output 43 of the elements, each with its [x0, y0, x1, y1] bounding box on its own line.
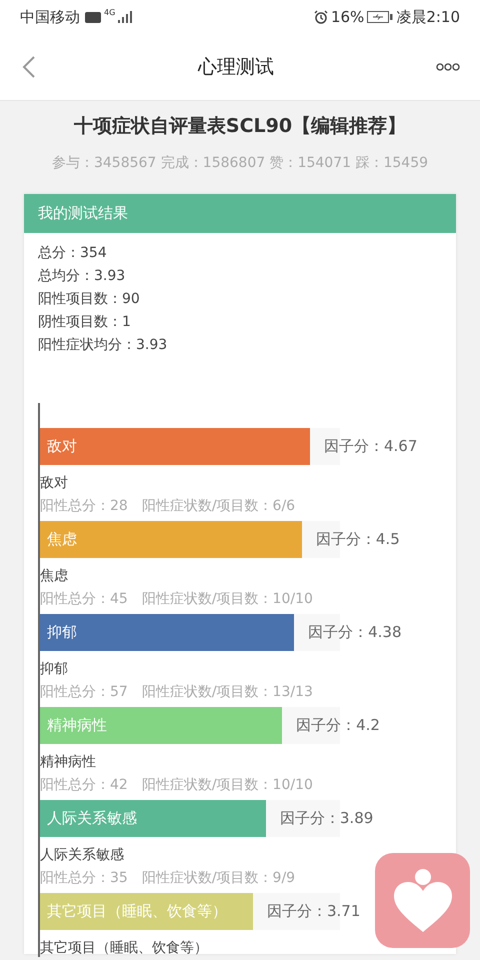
- factor-detail: 阳性总分：42 阳性症状数/项目数：10/10: [40, 776, 314, 794]
- test-title: 十项症状自评量表SCL90【编辑推荐】: [72, 114, 408, 139]
- factor-bar: 焦虑: [40, 521, 302, 558]
- factor-detail: 阳性总分：57 阳性症状数/项目数：13/13: [40, 683, 314, 701]
- factor-detail: 阳性总分：45 阳性症状数/项目数：10/10: [40, 590, 314, 608]
- page-title: 心理测试: [198, 55, 274, 80]
- back-icon[interactable]: [22, 55, 36, 79]
- summary-line: 总均分：3.93: [38, 267, 126, 286]
- summary-line: 总分：354: [38, 244, 108, 263]
- battery-icon: [367, 11, 394, 23]
- factor-score: 因子分：3.71: [267, 902, 360, 921]
- factor-score: 因子分：4.5: [316, 530, 400, 549]
- factor-bar: 精神病性: [40, 707, 282, 744]
- factor-name: 抑郁: [40, 660, 69, 678]
- factor-detail: 阳性总分：35 阳性症状数/项目数：9/9: [40, 869, 296, 887]
- factor-name: 精神病性: [40, 753, 97, 771]
- factor-name: 焦虑: [40, 567, 69, 585]
- clock-time: 凌晨2:10: [396, 8, 460, 26]
- carrier-name: 中国移动: [20, 8, 80, 26]
- factor-name: 人际关系敏感: [40, 846, 125, 864]
- summary-line: 阴性项目数：1: [38, 313, 132, 332]
- more-icon[interactable]: [436, 63, 460, 71]
- test-stats: 参与：3458567 完成：1586807 赞：154071 踩：15459: [50, 154, 430, 172]
- hd-icon: [85, 12, 101, 22]
- factor-bar: 敌对: [40, 428, 310, 465]
- result-heading: 我的测试结果: [24, 194, 456, 233]
- summary-line: 阳性症状均分：3.93: [38, 336, 168, 355]
- network-type: 4G: [104, 8, 116, 17]
- factor-score: 因子分：4.2: [296, 716, 380, 735]
- factor-score: 因子分：4.67: [324, 437, 418, 456]
- factor-name: 其它项目（睡眠、饮食等）: [40, 939, 209, 957]
- factor-bar: 抑郁: [40, 614, 294, 651]
- alarm-icon: [314, 10, 328, 24]
- battery-percent: 16%: [330, 8, 364, 26]
- signal-icon: [118, 11, 132, 23]
- factor-bar: 其它项目（睡眠、饮食等）: [40, 893, 253, 930]
- heart-app-button[interactable]: [375, 853, 470, 948]
- summary-line: 阳性项目数：90: [38, 290, 141, 309]
- factor-bar: 人际关系敏感: [40, 800, 266, 837]
- factor-score: 因子分：4.38: [308, 623, 402, 642]
- factor-name: 敌对: [40, 474, 69, 492]
- factor-detail: 阳性总分：28 阳性症状数/项目数：6/6: [40, 497, 296, 515]
- factor-score: 因子分：3.89: [280, 809, 374, 828]
